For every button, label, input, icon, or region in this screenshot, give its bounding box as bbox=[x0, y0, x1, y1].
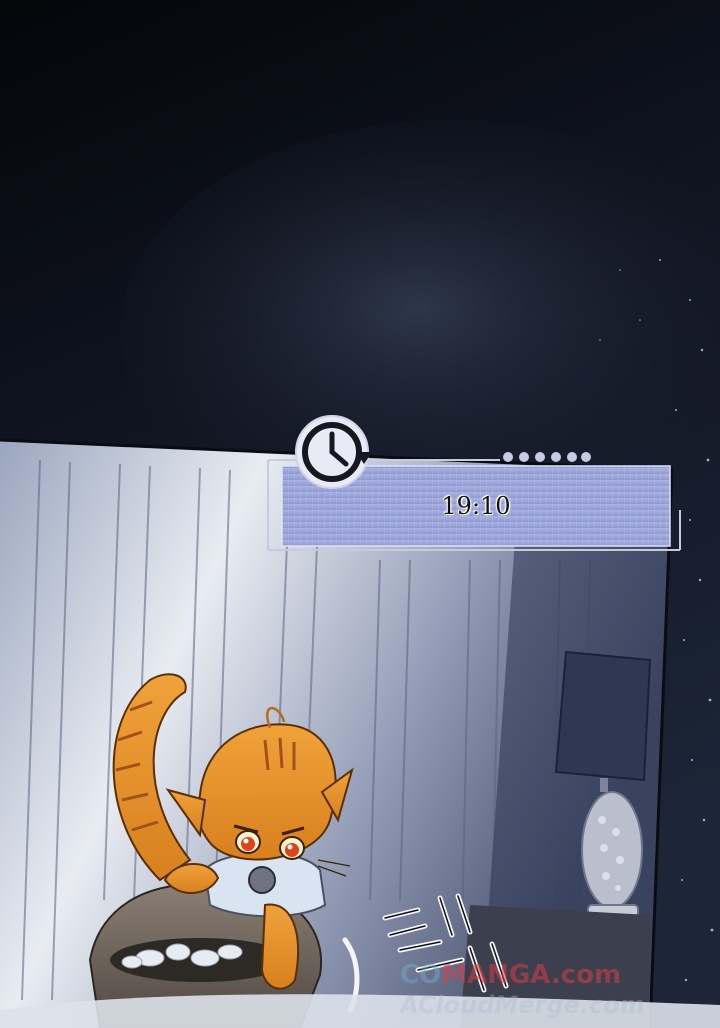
watermark: COMANGA.com ACloudMerge.com bbox=[400, 962, 720, 1022]
time-caption-box: 19:10 bbox=[282, 466, 670, 546]
watermark-suffix: .com bbox=[550, 962, 622, 990]
watermark-line2: ACloudMerge.com bbox=[400, 991, 645, 1019]
time-text: 19:10 bbox=[441, 492, 511, 520]
watermark-brand: MANGA bbox=[441, 962, 551, 990]
watermark-prefix: CO bbox=[400, 962, 442, 990]
